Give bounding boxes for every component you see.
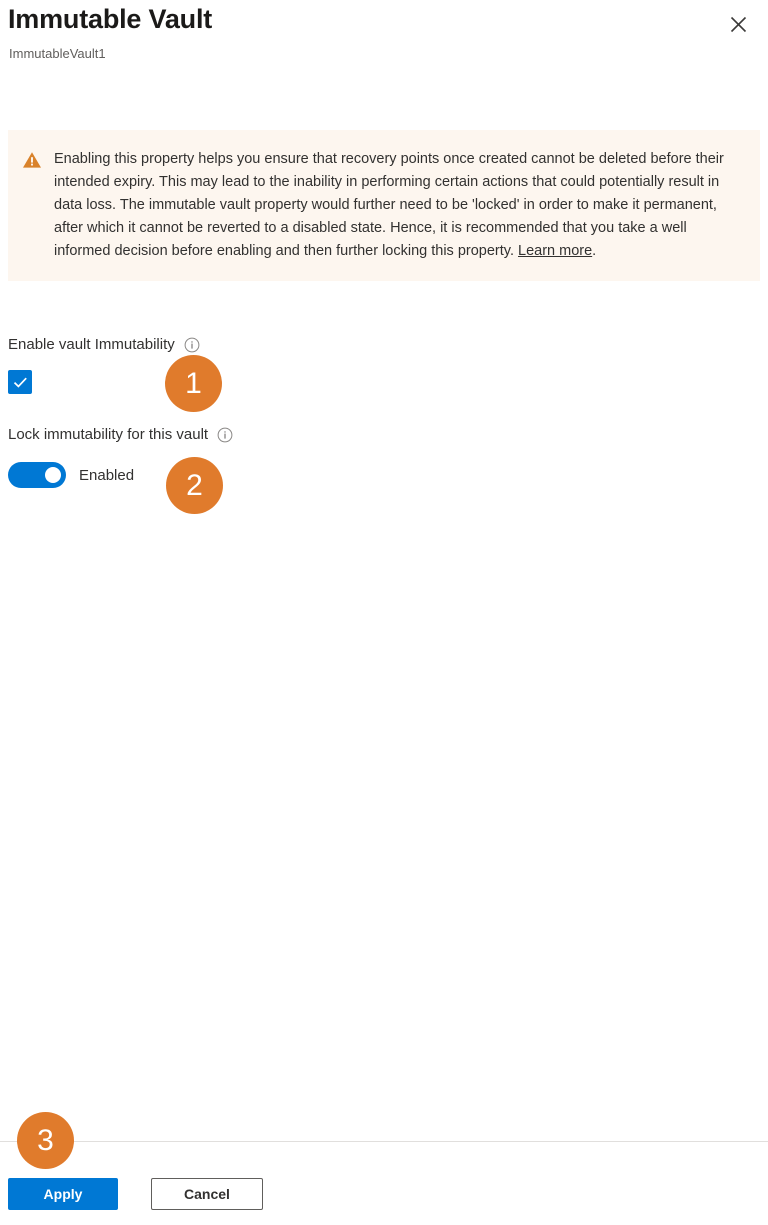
warning-triangle-icon [22,150,42,170]
toggle-knob [45,467,61,483]
learn-more-link[interactable]: Learn more [518,243,592,259]
warning-banner-trailing: . [592,243,597,259]
panel-header: Immutable Vault ImmutableVault1 [0,0,768,100]
annotation-badge-1: 1 [165,355,222,412]
page-subtitle: ImmutableVault1 [9,46,106,61]
footer-divider [0,1141,768,1142]
warning-banner: Enabling this property helps you ensure … [8,130,760,281]
enable-immutability-checkbox[interactable] [8,370,32,394]
info-circle-icon[interactable] [184,337,200,353]
checkmark-icon [13,376,28,389]
page-title: Immutable Vault [8,4,213,34]
close-button[interactable] [722,8,754,40]
lock-immutability-label-row: Lock immutability for this vault [8,426,233,443]
lock-immutability-toggle-row: Enabled [8,462,134,488]
info-circle-icon[interactable] [217,427,233,443]
annotation-badge-3: 3 [17,1112,74,1169]
lock-immutability-state-label: Enabled [79,466,135,484]
close-icon [730,16,747,33]
warning-banner-body: Enabling this property helps you ensure … [54,151,724,259]
enable-immutability-label-row: Enable vault Immutability [8,336,200,353]
annotation-badge-2: 2 [166,457,223,514]
enable-immutability-label: Enable vault Immutability [8,336,175,353]
warning-banner-text: Enabling this property helps you ensure … [54,148,746,263]
apply-button[interactable]: Apply [8,1178,118,1210]
lock-immutability-label: Lock immutability for this vault [8,426,209,443]
lock-immutability-toggle[interactable] [8,462,66,488]
cancel-button[interactable]: Cancel [151,1178,263,1210]
